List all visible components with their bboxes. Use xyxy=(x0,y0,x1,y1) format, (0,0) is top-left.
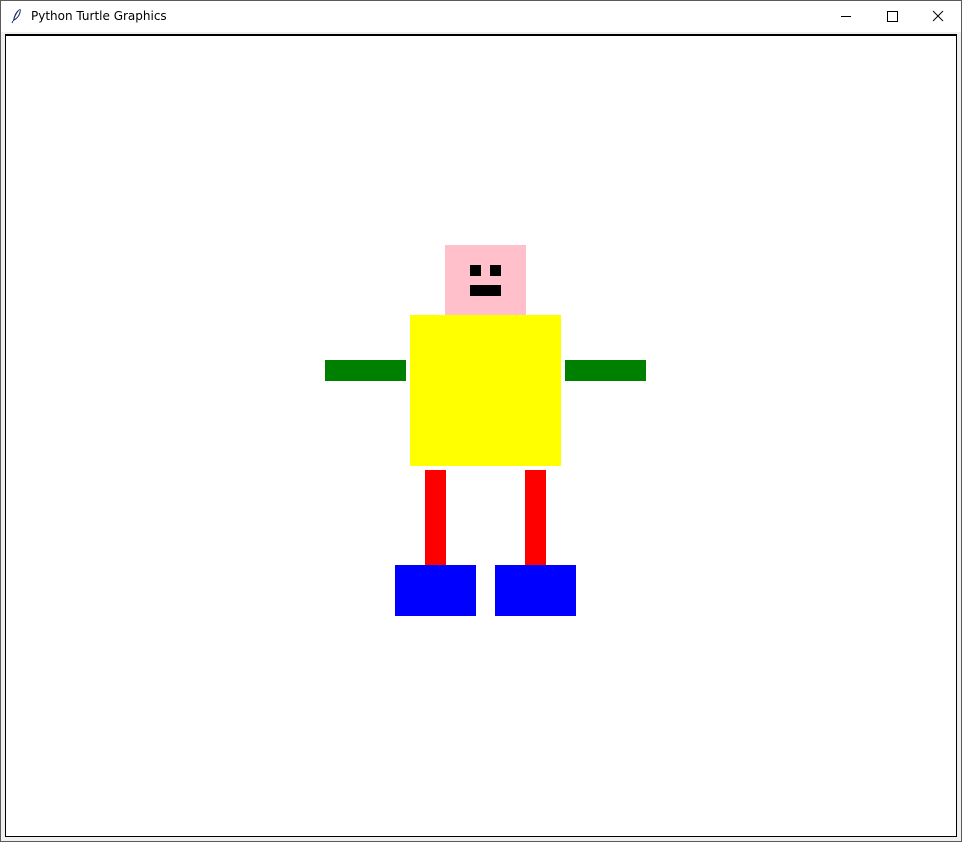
robot-left-foot xyxy=(395,565,476,616)
robot-left-eye xyxy=(470,265,481,276)
maximize-button[interactable] xyxy=(869,1,915,32)
robot-mouth xyxy=(470,285,501,296)
minimize-icon xyxy=(841,16,851,17)
close-icon xyxy=(932,10,944,22)
robot-body xyxy=(410,315,561,466)
turtle-canvas[interactable] xyxy=(6,36,956,836)
robot-right-leg xyxy=(525,470,546,571)
minimize-button[interactable] xyxy=(823,1,869,32)
robot-head xyxy=(445,245,526,315)
close-button[interactable] xyxy=(915,1,961,32)
feather-icon xyxy=(10,8,24,24)
robot-left-leg xyxy=(425,470,446,571)
title-bar[interactable]: Python Turtle Graphics xyxy=(1,1,961,32)
maximize-icon xyxy=(887,11,898,22)
robot-right-eye xyxy=(490,265,501,276)
robot-right-arm xyxy=(565,360,646,381)
robot-left-arm xyxy=(325,360,406,381)
window-title: Python Turtle Graphics xyxy=(31,9,167,23)
turtle-canvas-frame xyxy=(5,34,957,837)
robot-right-foot xyxy=(495,565,576,616)
turtle-window: Python Turtle Graphics xyxy=(0,0,962,842)
